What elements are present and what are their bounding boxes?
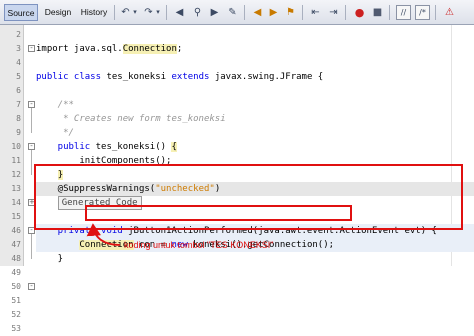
line-number: 53 [11, 324, 21, 333]
annotation-arrow [86, 223, 121, 246]
collapse-fold-icon[interactable]: - [28, 283, 35, 290]
line-number: 49 [11, 268, 21, 277]
line-number: 52 [11, 310, 21, 319]
annotation-note: koding untuk tombol "TES KONEKSI" [124, 240, 274, 250]
line-number: 51 [11, 296, 21, 305]
line-number: 50 [11, 282, 21, 291]
